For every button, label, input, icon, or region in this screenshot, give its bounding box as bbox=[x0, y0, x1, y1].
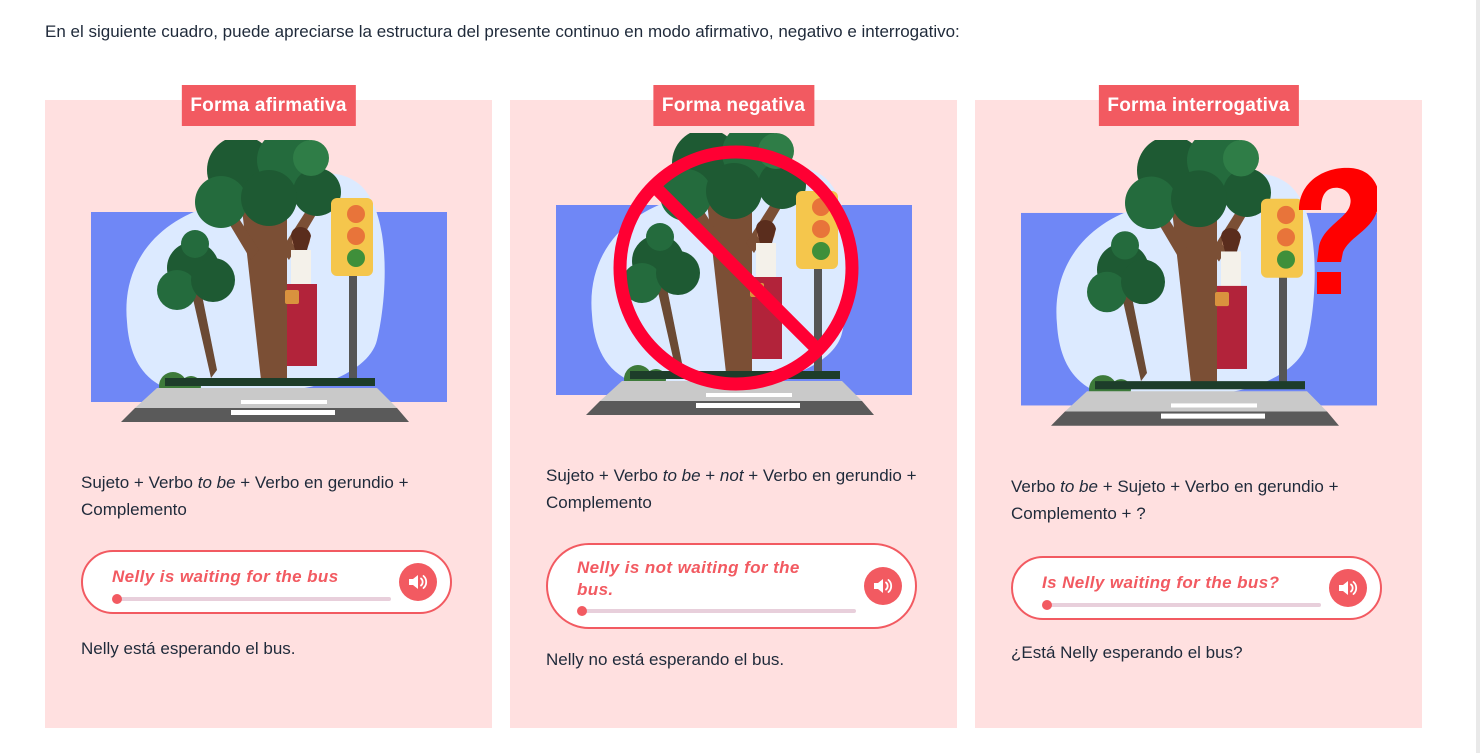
formula-italic-term: to be bbox=[1060, 477, 1098, 496]
audio-progress-bar[interactable] bbox=[112, 594, 391, 604]
card-title: Forma interrogativa bbox=[1098, 85, 1299, 126]
progress-handle[interactable] bbox=[577, 606, 587, 616]
formula-italic-term: to be bbox=[197, 473, 236, 492]
structure-formula: Sujeto + Verbo to be + Verbo en gerundio… bbox=[81, 469, 461, 523]
audio-player: Nelly is waiting for the bus bbox=[81, 550, 452, 614]
speaker-icon[interactable] bbox=[864, 567, 902, 605]
speaker-icon[interactable] bbox=[1329, 569, 1367, 607]
example-sentence: Is Nelly waiting for the bus? bbox=[1042, 573, 1280, 592]
speaker-icon[interactable] bbox=[399, 563, 437, 601]
structure-formula: Verbo to be + Sujeto + Verbo en gerundio… bbox=[1011, 473, 1391, 527]
formula-italic-term: to be bbox=[662, 466, 701, 485]
example-sentence: Nelly is not waiting for the bus. bbox=[577, 558, 800, 599]
card-negative: Forma negativa Sujeto + Verbo to be + no… bbox=[510, 85, 957, 728]
translation-text: Nelly está esperando el bus. bbox=[81, 639, 296, 658]
translation-text: ¿Está Nelly esperando el bus? bbox=[1011, 643, 1243, 662]
intro-text: En el siguiente cuadro, puede apreciarse… bbox=[45, 22, 960, 41]
example-sentence: Nelly is waiting for the bus bbox=[112, 567, 339, 586]
scene-illustration bbox=[91, 140, 447, 443]
formula-italic-term: not bbox=[719, 466, 744, 485]
scrollbar[interactable] bbox=[1476, 0, 1480, 753]
question-mark-icon bbox=[1299, 167, 1377, 294]
audio-progress-bar[interactable] bbox=[1042, 600, 1321, 610]
audio-player: Nelly is not waiting for the bus. bbox=[546, 543, 917, 629]
audio-player: Is Nelly waiting for the bus? bbox=[1011, 556, 1382, 620]
formula-text: Sujeto + Verbo bbox=[546, 466, 663, 485]
scene-illustration bbox=[1021, 140, 1377, 447]
progress-handle[interactable] bbox=[1042, 600, 1052, 610]
translation-text: Nelly no está esperando el bus. bbox=[546, 650, 785, 669]
card-interrogative: Forma interrogativa Verbo to be + Sujeto… bbox=[975, 85, 1422, 728]
card-title: Forma afirmativa bbox=[181, 85, 356, 126]
audio-progress-bar[interactable] bbox=[577, 606, 856, 616]
no-sign-icon bbox=[613, 145, 859, 391]
structure-formula: Sujeto + Verbo to be + not + Verbo en ge… bbox=[546, 462, 926, 516]
formula-text: Verbo bbox=[1011, 477, 1061, 496]
scene-illustration bbox=[556, 133, 912, 436]
card-affirmative: Forma afirmativa Sujeto + Verbo to be + … bbox=[45, 85, 492, 728]
progress-handle[interactable] bbox=[112, 594, 122, 604]
formula-text: + bbox=[700, 466, 720, 485]
card-title: Forma negativa bbox=[652, 85, 815, 126]
formula-text: Sujeto + Verbo bbox=[81, 473, 198, 492]
